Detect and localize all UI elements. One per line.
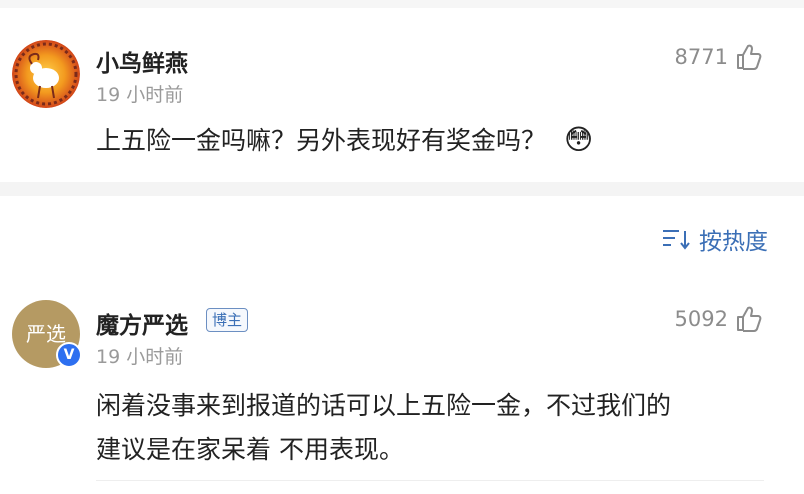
sort-by-hot-button[interactable]: 按热度 <box>661 222 768 256</box>
flushed-face-icon: 😳 <box>563 123 594 156</box>
username[interactable]: 小鸟鲜燕 <box>96 44 188 78</box>
thumbs-up-icon <box>737 306 762 332</box>
section-divider <box>0 182 804 196</box>
thumbs-up-icon <box>737 44 762 70</box>
like-count: 5092 <box>674 307 728 331</box>
sun-ram-icon <box>12 40 80 108</box>
comment-line: 建议是在家呆着 不用表现。 <box>96 435 404 464</box>
like-button[interactable]: 8771 <box>675 42 764 72</box>
like-button[interactable]: 5092 <box>675 304 764 334</box>
timestamp: 19 小时前 <box>96 346 184 368</box>
verified-badge-icon: V <box>56 342 82 368</box>
comment-line: 闲着没事来到报道的话可以上五险一金，不过我们的 <box>96 391 672 420</box>
username[interactable]: 魔方严选 <box>96 306 188 340</box>
comment-text: 闲着没事来到报道的话可以上五险一金，不过我们的 建议是在家呆着 不用表现。 <box>96 384 786 472</box>
sort-icon <box>663 230 690 250</box>
avatar[interactable] <box>12 40 80 108</box>
blogger-badge: 博主 <box>206 308 249 332</box>
sort-label: 按热度 <box>699 229 768 255</box>
top-divider <box>0 0 804 8</box>
bottom-divider <box>96 480 764 481</box>
comment-text: 上五险一金吗嘛？另外表现好有奖金吗？ 😳 <box>96 118 593 163</box>
like-count: 8771 <box>674 45 728 69</box>
timestamp: 19 小时前 <box>96 84 184 106</box>
comment-body: 上五险一金吗嘛？另外表现好有奖金吗？ <box>96 126 547 155</box>
